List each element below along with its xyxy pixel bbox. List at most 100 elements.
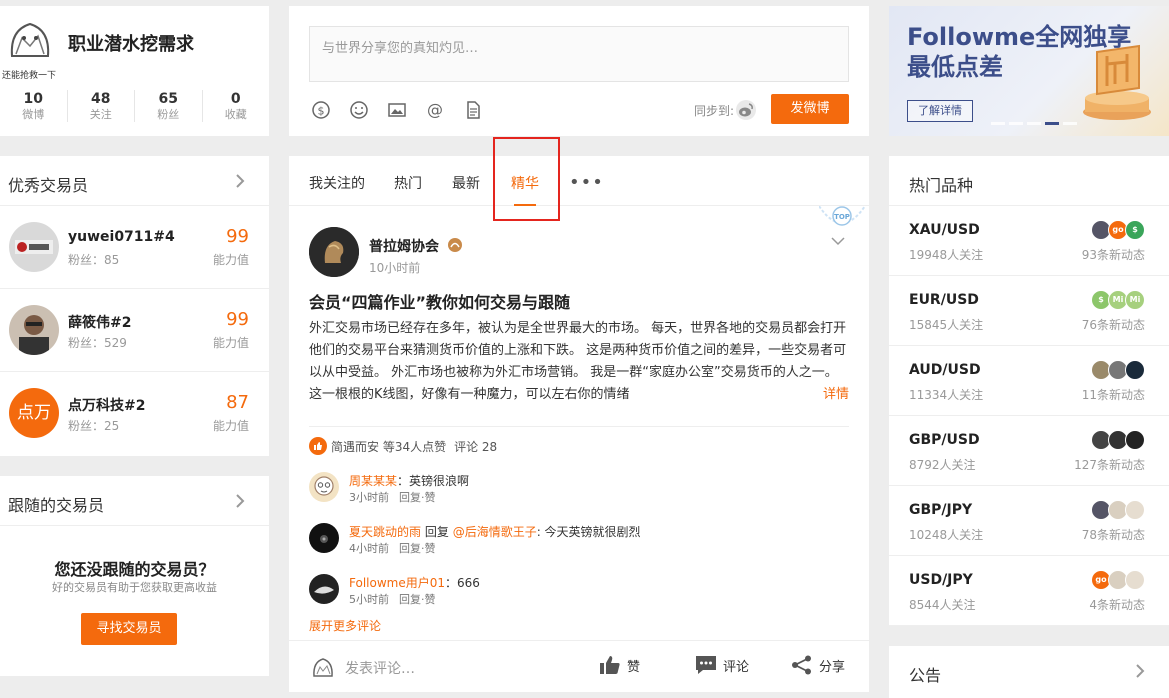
carousel-dot[interactable]: [1063, 122, 1077, 125]
symbol-name[interactable]: GBP/USD: [909, 432, 980, 448]
user-avatar[interactable]: [1125, 570, 1145, 590]
stat-favorites[interactable]: 0 收藏: [203, 90, 270, 122]
symbol-dynamics[interactable]: 78条新动态: [1082, 526, 1145, 543]
symbol-dynamics[interactable]: 76条新动态: [1082, 316, 1145, 333]
post-likes-text[interactable]: 简遇而安 等34人点赞: [331, 438, 446, 455]
carousel-dot-active[interactable]: [1045, 122, 1059, 125]
user-avatar[interactable]: Mi: [1125, 290, 1145, 310]
carousel-dot[interactable]: [1027, 122, 1041, 125]
more-tabs-button[interactable]: •••: [569, 172, 604, 193]
trader-avatar[interactable]: [9, 222, 59, 272]
banner-learn-more-button[interactable]: 了解详情: [907, 100, 973, 122]
symbol-dynamics[interactable]: 93条新动态: [1082, 246, 1145, 263]
user-avatar[interactable]: [1125, 360, 1145, 380]
find-trader-button[interactable]: 寻找交易员: [81, 613, 177, 645]
trader-item[interactable]: 点万 点万科技#2 粉丝：25 87 能力值: [0, 372, 269, 455]
symbol-avatars: go: [1091, 570, 1145, 590]
feed-tabs: 我关注的 热门 最新 精华 •••: [289, 137, 869, 221]
user-avatar[interactable]: $: [1125, 220, 1145, 240]
symbol-dynamics[interactable]: 127条新动态: [1074, 456, 1145, 473]
comment-actions[interactable]: 回复·赞: [399, 491, 436, 504]
carousel-dot[interactable]: [991, 122, 1005, 125]
trader-name[interactable]: 点万科技#2: [68, 395, 145, 415]
symbol-name[interactable]: AUD/USD: [909, 362, 981, 378]
chevron-down-icon[interactable]: [831, 236, 845, 246]
write-comment-input[interactable]: 发表评论…: [345, 658, 415, 678]
post-comment-count[interactable]: 评论 28: [454, 438, 497, 455]
symbol-avatars: [1091, 500, 1145, 520]
tab-following[interactable]: 我关注的: [309, 173, 365, 193]
top-traders-header[interactable]: 优秀交易员: [0, 156, 269, 206]
trader-item[interactable]: 薛筱伟#2 粉丝：529 99 能力值: [0, 289, 269, 372]
symbol-dynamics[interactable]: 4条新动态: [1089, 596, 1145, 613]
notice-card[interactable]: 公告: [889, 646, 1169, 698]
weibo-sync-icon[interactable]: [735, 99, 757, 121]
symbol-row-usdjpy[interactable]: USD/JPY 8544人关注 go 4条新动态: [889, 556, 1169, 626]
stat-weibo[interactable]: 10 微博: [0, 90, 68, 122]
following-header[interactable]: 跟随的交易员: [0, 476, 269, 526]
trader-item[interactable]: yuwei0711#4 粉丝：85 99 能力值: [0, 206, 269, 289]
profile-stats: 10 微博 48 关注 65 粉丝 0 收藏: [0, 90, 269, 122]
stat-fans[interactable]: 65 粉丝: [135, 90, 203, 122]
symbol-followers: 15845人关注: [909, 318, 984, 332]
post-title[interactable]: 会员“四篇作业”教你如何交易与跟随: [309, 289, 570, 313]
comment-avatar[interactable]: [309, 472, 339, 502]
emoji-icon[interactable]: [349, 100, 369, 120]
trader-score-label: 能力值: [212, 253, 249, 267]
post-author-avatar[interactable]: [309, 227, 359, 277]
trader-name[interactable]: yuwei0711#4: [68, 229, 175, 245]
like-button[interactable]: 赞: [599, 655, 640, 675]
symbol-name[interactable]: USD/JPY: [909, 572, 973, 588]
post-author-name[interactable]: 普拉姆协会: [369, 236, 439, 256]
symbol-row-audusd[interactable]: AUD/USD 11334人关注 11条新动态: [889, 346, 1169, 416]
share-button[interactable]: 分享: [791, 655, 845, 675]
dollar-icon[interactable]: $: [311, 100, 331, 120]
comment-user[interactable]: 周某某某: [349, 474, 397, 488]
svg-text:@: @: [427, 100, 443, 119]
chevron-right-icon[interactable]: [235, 493, 245, 509]
chevron-right-icon[interactable]: [1135, 663, 1145, 679]
comment-avatar[interactable]: [309, 523, 339, 553]
tab-latest[interactable]: 最新: [452, 173, 480, 193]
trader-avatar[interactable]: [9, 305, 59, 355]
post-weibo-button[interactable]: 发微博: [771, 94, 849, 124]
comment-button[interactable]: 评论: [695, 655, 749, 675]
trader-name[interactable]: 薛筱伟#2: [68, 312, 131, 332]
compose-input[interactable]: 与世界分享您的真知灼见…: [309, 26, 849, 82]
user-avatar[interactable]: [1125, 430, 1145, 450]
trader-avatar[interactable]: 点万: [9, 388, 59, 438]
profile-avatar[interactable]: [4, 16, 56, 66]
symbol-row-eurusd[interactable]: EUR/USD 15845人关注 $ Mi Mi 76条新动态: [889, 276, 1169, 346]
profile-name[interactable]: 职业潜水挖需求: [68, 30, 194, 56]
symbol-name[interactable]: EUR/USD: [909, 292, 979, 308]
expand-comments-link[interactable]: 展开更多评论: [309, 617, 381, 634]
comment-user[interactable]: 夏天跳动的雨: [349, 525, 421, 539]
tab-hot[interactable]: 热门: [394, 173, 422, 193]
stat-following[interactable]: 48 关注: [68, 90, 135, 122]
mention-icon[interactable]: @: [425, 100, 445, 120]
comment-user[interactable]: Followme用户01: [349, 576, 445, 590]
promo-banner[interactable]: Followme全网独享 最低点差 了解详情: [889, 6, 1169, 136]
chevron-right-icon[interactable]: [235, 173, 245, 189]
carousel-dot[interactable]: [1009, 122, 1023, 125]
symbol-name[interactable]: GBP/JPY: [909, 502, 972, 518]
comment-text-line: Followme用户01：666: [349, 574, 480, 591]
post-detail-link[interactable]: 详情: [823, 384, 849, 406]
user-avatar[interactable]: [1125, 500, 1145, 520]
symbol-row-gbpjpy[interactable]: GBP/JPY 10248人关注 78条新动态: [889, 486, 1169, 556]
comment-text: ：666: [444, 576, 480, 590]
following-traders-card: 跟随的交易员 您还没跟随的交易员？ 好的交易员有助于您获取更高收益 寻找交易员: [0, 476, 269, 676]
comment-actions[interactable]: 回复·赞: [399, 542, 436, 555]
symbol-row-xauusd[interactable]: XAU/USD 19948人关注 go $ 93条新动态: [889, 206, 1169, 276]
symbol-dynamics[interactable]: 11条新动态: [1082, 386, 1145, 403]
comment-reply-to[interactable]: @后海情歌王子: [453, 525, 537, 539]
comment-actions[interactable]: 回复·赞: [399, 593, 436, 606]
top-badge-icon: TOP: [819, 206, 865, 226]
comment-meta: 5小时前 回复·赞: [349, 591, 436, 607]
symbol-name[interactable]: XAU/USD: [909, 222, 980, 238]
stat-number: 10: [23, 91, 43, 107]
symbol-row-gbpusd[interactable]: GBP/USD 8792人关注 127条新动态: [889, 416, 1169, 486]
document-icon[interactable]: [463, 100, 483, 120]
image-icon[interactable]: [387, 100, 407, 120]
comment-avatar[interactable]: [309, 574, 339, 604]
